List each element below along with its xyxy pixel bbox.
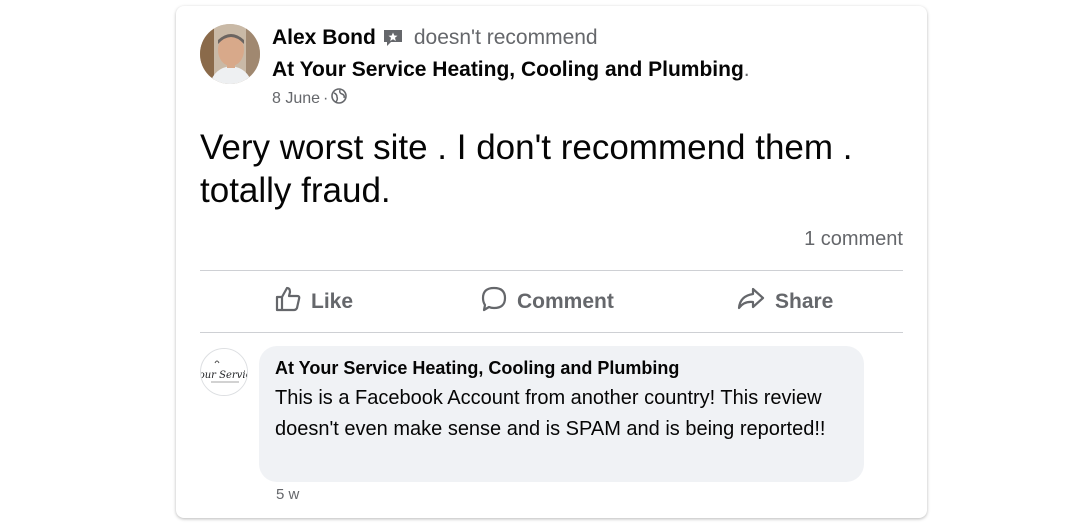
divider-top <box>200 270 903 271</box>
recommend-status: doesn't recommend <box>413 26 598 49</box>
comment-bubble: At Your Service Heating, Cooling and Plu… <box>259 346 864 482</box>
commenter-avatar[interactable]: Your Service <box>200 348 248 396</box>
comment-text: This is a Facebook Account from another … <box>275 387 826 440</box>
comment-count-link[interactable]: 1 comment <box>804 228 903 251</box>
action-bar: Like Comment Share <box>200 272 903 332</box>
like-label: Like <box>311 290 354 313</box>
page-name-suffix: . <box>743 58 750 81</box>
author-photo-icon <box>200 24 260 84</box>
svg-text:Your Service: Your Service <box>201 370 248 381</box>
author-avatar[interactable] <box>200 24 260 84</box>
globe-icon <box>331 88 348 109</box>
like-button[interactable]: Like <box>274 272 353 332</box>
speech-bubble-icon <box>480 285 508 319</box>
share-arrow-icon <box>736 285 766 319</box>
business-logo-icon: Your Service <box>201 349 248 395</box>
divider-bottom <box>200 332 903 333</box>
post-date[interactable]: 8 June <box>272 90 320 108</box>
reviewed-page-line: At Your Service Heating, Cooling and Plu… <box>272 58 750 82</box>
post-header-line: Alex Bond doesn't recommend <box>272 26 598 50</box>
post-meta: 8 June · <box>272 88 348 109</box>
recommend-badge-icon <box>382 28 404 48</box>
author-name[interactable]: Alex Bond <box>272 26 376 50</box>
review-text: Very worst site . I don't recommend them… <box>200 128 853 210</box>
review-post-card: Alex Bond doesn't recommend At Your Serv… <box>176 6 927 518</box>
comment-label: Comment <box>517 290 614 313</box>
thumbs-up-icon <box>274 285 302 319</box>
comment-author[interactable]: At Your Service Heating, Cooling and Plu… <box>275 358 848 379</box>
share-button[interactable]: Share <box>736 272 833 332</box>
comment-timestamp[interactable]: 5 w <box>276 486 299 503</box>
share-label: Share <box>775 290 834 313</box>
date-separator: · <box>323 89 329 107</box>
reviewed-page-name[interactable]: At Your Service Heating, Cooling and Plu… <box>272 58 744 81</box>
comment-button[interactable]: Comment <box>480 272 614 332</box>
